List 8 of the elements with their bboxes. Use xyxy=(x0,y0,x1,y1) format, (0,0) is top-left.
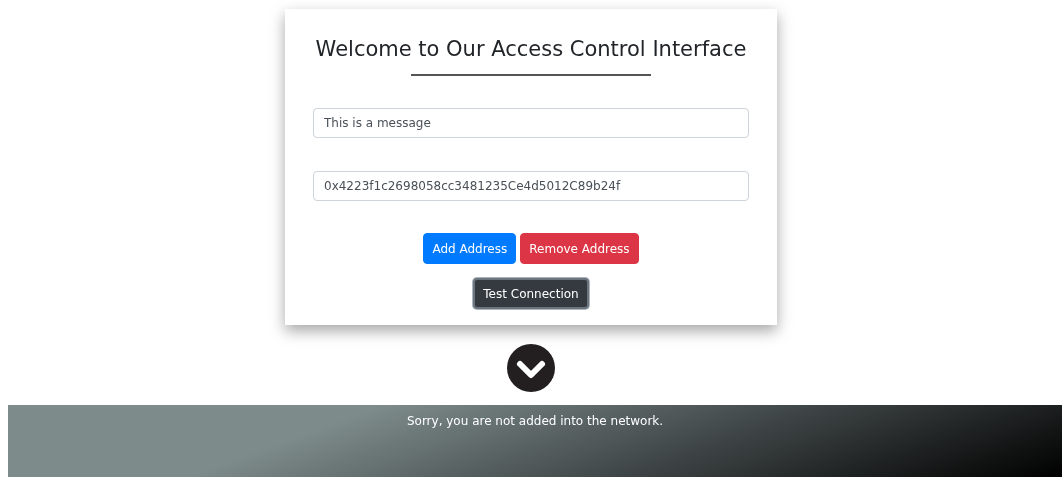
action-button[interactable]: Test Connection xyxy=(473,278,589,309)
action-button[interactable]: Remove Address xyxy=(520,233,639,264)
chevron-down-icon[interactable] xyxy=(507,344,555,392)
action-button[interactable]: Add Address xyxy=(423,233,517,264)
text-field[interactable]: This is a message xyxy=(313,108,749,138)
banner-message: Sorry, you are not added into the network. xyxy=(406,413,664,430)
text-field[interactable]: 0x4223f1c2698058cc3481235Ce4d5012C89b24f xyxy=(313,171,749,201)
page-title: Welcome to Our Access Control Interface xyxy=(315,36,747,63)
